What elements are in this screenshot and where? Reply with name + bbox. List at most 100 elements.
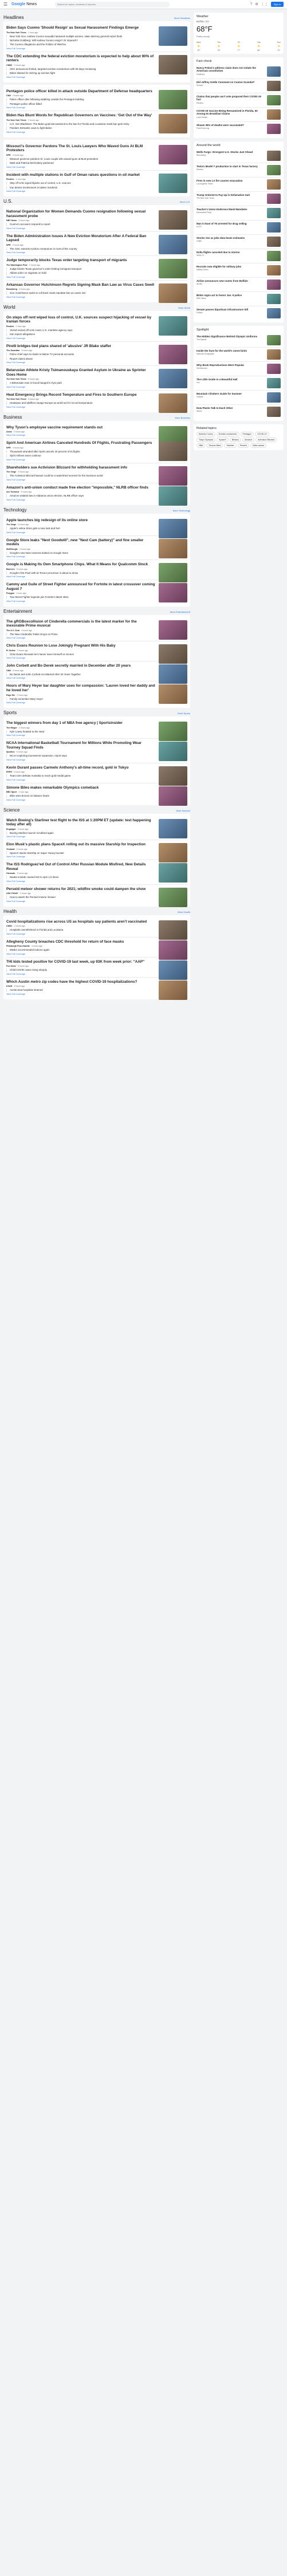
story-source[interactable]: Teslarati [6,848,15,850]
local-item[interactable]: Stocks rise as jobs data beats estimates… [196,235,281,249]
local-item-headline[interactable]: Wells Fargo: Strongest U.S. Stocks Just … [196,151,253,153]
local-item[interactable]: Airline announces new routes from Buffal… [196,278,281,292]
story-thumbnail[interactable] [159,843,187,863]
story-thumbnail[interactable] [159,173,187,193]
local-item-text[interactable]: Airline announces new routes from Buffal… [196,279,265,290]
search-input[interactable]: Search for topics, locations & sources [55,1,170,7]
spotlight-item-text[interactable]: Inside the hunt for the world's rarest b… [196,349,265,360]
story-thumbnail[interactable] [159,210,187,230]
spotlight-item-thumbnail[interactable] [267,407,281,417]
story-source[interactable]: NPR [6,447,11,449]
full-coverage-link[interactable]: View Full Coverage [6,337,187,340]
story-thumbnail[interactable] [159,644,187,664]
spotlight-item-thumbnail[interactable] [267,335,281,345]
topic-chip[interactable]: Andrew Cuomo [196,432,215,436]
spotlight-item-thumbnail[interactable] [267,392,281,403]
help-icon[interactable]: ? [250,3,252,6]
story-source[interactable]: Barron's [6,568,15,570]
local-item-thumbnail[interactable] [267,194,281,204]
story-source[interactable]: The Washington Post [6,264,27,266]
factcheck-item-headline[interactable]: Claims that people can't vote prepared t… [196,95,261,101]
topic-chip[interactable]: Eviction moratorium [216,432,239,436]
spotlight-item[interactable]: The Hidden Significance Behind Olympic U… [196,333,281,348]
more-link[interactable]: More Entertainment [170,610,190,613]
local-item-headline[interactable]: Airline announces new routes from Buffal… [196,279,248,282]
story-source[interactable]: E! Online [6,649,15,652]
local-item-text[interactable]: Trump Ordered to Pay Up in Defamation Su… [196,194,265,204]
spotlight-item-headline[interactable]: Why Book Reproductions Were Popular [196,364,244,367]
more-link[interactable]: More Sports [178,712,190,715]
topic-chip[interactable]: Pentagon [240,432,254,436]
local-item-text[interactable]: Stocks rise as jobs data beats estimates… [196,237,265,247]
section-title[interactable]: Health [3,909,17,914]
story-thumbnail[interactable] [159,887,187,907]
story-thumbnail[interactable] [159,664,187,684]
story-source[interactable]: The Verge [6,523,16,526]
factcheck-item-headline[interactable]: Nancy Pelosi's address claim does not vi… [196,66,256,72]
factcheck-item[interactable]: Nancy Pelosi's address claim does not vi… [196,65,281,79]
story-source[interactable]: Page Six [6,694,15,696]
story-source[interactable]: The New York Times [6,378,26,380]
factcheck-item[interactable]: COVID-19 Vaccine Being Reexamined in Flo… [196,108,281,122]
story-thumbnail[interactable] [159,722,187,741]
story-source[interactable]: CNBC [6,925,12,927]
spotlight-item-headline[interactable]: The Hidden Significance Behind Olympic U… [196,335,257,338]
local-item-thumbnail[interactable] [267,222,281,233]
story-thumbnail[interactable] [159,583,187,603]
story-thumbnail[interactable] [159,344,187,364]
local-item-text[interactable]: Senate passes bipartisan infrastructure … [196,308,265,318]
story-thumbnail[interactable] [159,920,187,940]
spotlight-item-thumbnail[interactable] [267,349,281,360]
story-thumbnail[interactable] [159,114,187,134]
story-source[interactable]: The Guardian [6,349,19,352]
story-source[interactable]: The Verge [6,471,16,473]
story-source[interactable]: The New York Times [6,31,26,34]
story-thumbnail[interactable] [159,684,187,704]
topic-chip[interactable]: Simone Biles [206,443,223,448]
more-link[interactable]: More Business [175,416,190,419]
local-item[interactable]: Fires in new LA fire causes evacuation Lo… [196,178,281,192]
story-source[interactable]: Gizmodo [6,872,15,875]
story-source[interactable]: CNN [6,94,11,97]
local-item-text[interactable]: Fires in new LA fire causes evacuation Lo… [196,179,265,190]
spotlight-item-text[interactable]: The Hidden Significance Behind Olympic U… [196,335,265,345]
story-thumbnail[interactable] [159,393,187,413]
local-item-thumbnail[interactable] [267,179,281,190]
local-item-text[interactable]: Man in East of 78 arrested for drug sell… [196,222,265,233]
local-item-headline[interactable]: Recruits now eligible for military jobs [196,265,241,268]
local-item[interactable]: Recruits now eligible for military jobs M… [196,263,281,278]
local-item-thumbnail[interactable] [267,208,281,218]
story-source[interactable]: NPR [6,154,11,156]
topic-chip[interactable]: Belarus [229,438,241,442]
spotlight-item[interactable]: The Little Guide to a Beautiful Hall Vox [196,376,281,391]
apps-icon[interactable]: ⋮⋮ [261,2,268,6]
story-thumbnail[interactable] [159,786,187,806]
section-title[interactable]: Entertainment [3,609,32,614]
local-item[interactable]: Teacher's Union Endorses Mask Mandates As… [196,206,281,220]
story-source[interactable]: USA TODAY [6,892,18,895]
story-thumbnail[interactable] [159,980,187,1000]
factcheck-item[interactable]: Claims that people can't vote prepared t… [196,93,281,108]
full-coverage-link[interactable]: View Full Coverage [6,166,187,168]
story-source[interactable]: Engadget [6,828,15,830]
story-thumbnail[interactable] [159,818,187,838]
spotlight-item-text[interactable]: Mountain Climbers Guide for Summer Outsid… [196,392,265,403]
section-title[interactable]: Business [3,415,22,420]
local-item-text[interactable]: Tesla's Model Y production to start in T… [196,165,265,175]
story-thumbnail[interactable] [159,620,187,640]
local-item-headline[interactable]: Biden signs act to honor Jan. 6 police [196,294,242,297]
story-thumbnail[interactable] [159,742,187,761]
local-item-thumbnail[interactable] [267,279,281,290]
local-item[interactable]: Trump Ordered to Pay Up in Defamation Su… [196,192,281,206]
story-thumbnail[interactable] [159,766,187,786]
story-thumbnail[interactable] [159,316,187,336]
local-item-thumbnail[interactable] [267,251,281,261]
spotlight-item[interactable]: Inside the hunt for the world's rarest b… [196,348,281,362]
spotlight-item-text[interactable]: Why Book Reproductions Were Popular Smith… [196,364,265,374]
section-title[interactable]: Science [3,808,19,813]
local-item[interactable]: Wells Fargo: Strongest U.S. Stocks Just … [196,149,281,163]
story-thumbnail[interactable] [159,234,187,254]
more-link[interactable]: More Health [178,911,190,913]
story-thumbnail[interactable] [159,283,187,303]
local-item-headline[interactable]: Tesla's Model Y production to start in T… [196,165,258,168]
